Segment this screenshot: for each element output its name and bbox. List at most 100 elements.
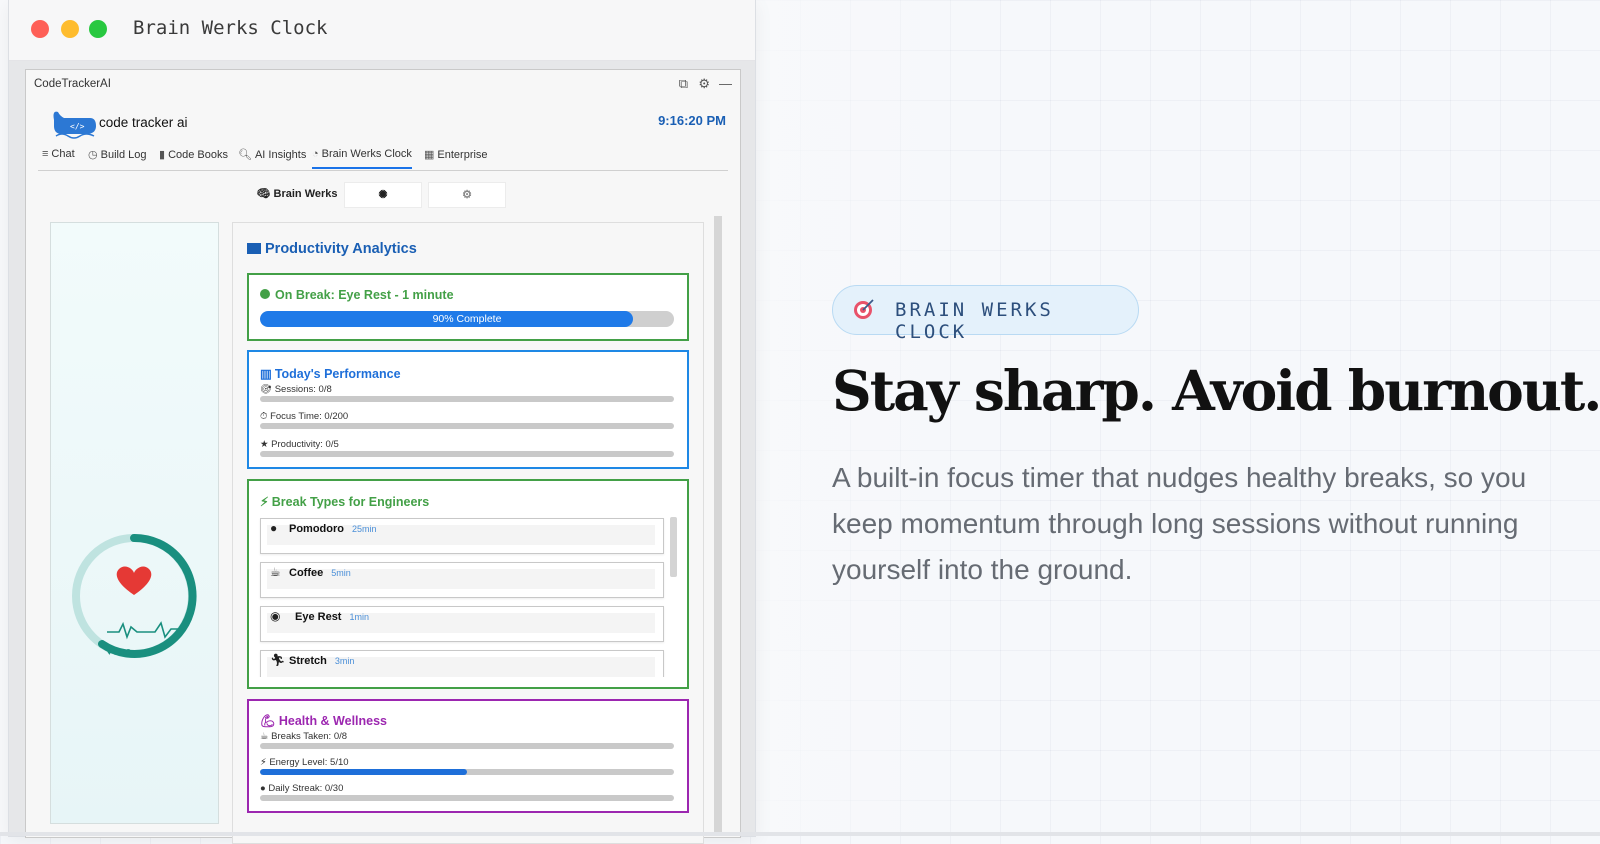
stat-daily-streak: ● Daily Streak: 0/30 bbox=[260, 783, 343, 794]
break-types-title-text: Break Types for Engineers bbox=[271, 495, 430, 509]
subtab-settings[interactable]: ⚙ bbox=[428, 182, 506, 208]
eye-icon: ◉ bbox=[270, 609, 281, 623]
sessions-bar bbox=[260, 396, 674, 402]
stat-label: Sessions: 0/8 bbox=[274, 384, 332, 395]
tab-label: Brain Werks Clock bbox=[321, 148, 412, 160]
performance-title-text: Today's Performance bbox=[274, 367, 401, 381]
popout-icon[interactable]: ⧉ bbox=[679, 76, 688, 92]
break-item-coffee[interactable]: ☕︎ Coffee 5min bbox=[260, 562, 664, 598]
status-dot-icon bbox=[260, 289, 270, 299]
health-card: 💪︎ Health & Wellness ☕︎ Breaks Taken: 0/8… bbox=[247, 699, 689, 813]
tab-label: Code Books bbox=[168, 149, 228, 161]
break-duration: 25min bbox=[352, 524, 377, 534]
bottom-divider bbox=[0, 832, 1600, 836]
tab-label: AI Insights bbox=[254, 149, 307, 161]
stat-label: Focus Time: 0/200 bbox=[270, 411, 349, 422]
break-status: On Break: Eye Rest - 1 minute bbox=[260, 288, 454, 302]
stat-label: Energy Level: 5/10 bbox=[269, 757, 349, 768]
analytics-title: Productivity Analytics bbox=[247, 241, 417, 257]
menu-lines-icon: ≡ bbox=[42, 148, 49, 160]
stat-breaks-taken: ☕︎ Breaks Taken: 0/8 bbox=[260, 731, 347, 742]
settings-gear-icon: ⚙ bbox=[462, 189, 472, 201]
tomato-icon: ● bbox=[270, 521, 278, 535]
brain-icon: 🧠︎ bbox=[256, 188, 271, 200]
main-tabs: ≡ Chat ◷ Build Log ▮ Code Books 🔍︎ AI Insigh… bbox=[38, 146, 728, 171]
maximize-window-button[interactable] bbox=[89, 20, 107, 38]
mac-titlebar: Brain Werks Clock bbox=[9, 0, 755, 61]
break-types-title: ⚡︎ Break Types for Engineers bbox=[260, 494, 429, 509]
tab-code-books[interactable]: ▮ Code Books bbox=[159, 148, 228, 161]
break-status-card: On Break: Eye Rest - 1 minute 90% Comple… bbox=[247, 273, 689, 341]
break-status-label: On Break: Eye Rest - 1 minute bbox=[275, 288, 454, 302]
target-icon: 🎯︎ bbox=[260, 384, 273, 395]
tab-label: Build Log bbox=[100, 149, 147, 161]
app-panel: CodeTrackerAI ⧉ ⚙ — </> code tracker ai … bbox=[25, 69, 741, 844]
tab-build-log[interactable]: ◷ Build Log bbox=[88, 148, 146, 161]
break-item-eye-rest[interactable]: ◉ Eye Rest 1min bbox=[260, 606, 664, 642]
target-icon bbox=[854, 299, 874, 319]
tab-brain-werks-clock[interactable]: ◔ Brain Werks Clock bbox=[312, 148, 412, 169]
tab-label: Chat bbox=[51, 148, 75, 160]
svg-text:</>: </> bbox=[70, 122, 85, 131]
energy-level-fill bbox=[260, 769, 467, 775]
break-types-card: ⚡︎ Break Types for Engineers ● Pomodoro 25m… bbox=[247, 479, 689, 689]
hero-subtext: A built-in focus timer that nudges healt… bbox=[832, 462, 1527, 585]
stopwatch-icon: ⏱︎ bbox=[260, 411, 268, 422]
brain-clock-icon: ◔ bbox=[312, 148, 319, 160]
break-item-stretch[interactable]: 🏃︎ Stretch 3min bbox=[260, 650, 664, 677]
hero-headline: Stay sharp. Avoid burnout. bbox=[832, 358, 1600, 423]
clock-icon: ◷ bbox=[88, 149, 98, 161]
brand-name: code tracker ai bbox=[99, 115, 188, 130]
focus-time-bar bbox=[260, 423, 674, 429]
coffee-icon: ☕︎ bbox=[260, 731, 269, 742]
breaks-taken-bar bbox=[260, 743, 674, 749]
analytics-scrollbar[interactable] bbox=[714, 216, 722, 836]
lightning-icon: ⚡︎ bbox=[260, 495, 269, 509]
app-title: CodeTrackerAI bbox=[34, 78, 111, 90]
stat-sessions: 🎯︎ Sessions: 0/8 bbox=[260, 384, 332, 395]
muscle-icon: 💪︎ bbox=[260, 714, 276, 728]
close-window-button[interactable] bbox=[31, 20, 49, 38]
break-item-pomodoro[interactable]: ● Pomodoro 25min bbox=[260, 518, 664, 554]
stat-productivity: ★ Productivity: 0/5 bbox=[260, 439, 339, 450]
subtab-label: Brain Werks bbox=[273, 188, 338, 200]
heartbeat-icon bbox=[107, 621, 179, 640]
coffee-icon: ☕︎ bbox=[270, 565, 281, 579]
mac-window: Brain Werks Clock CodeTrackerAI ⧉ ⚙ — </… bbox=[8, 0, 756, 844]
focus-label: ♥ FOC bbox=[107, 648, 131, 657]
break-duration: 3min bbox=[334, 656, 355, 666]
break-item-label: Eye Rest 1min bbox=[295, 611, 369, 623]
break-list-scrollbar[interactable] bbox=[670, 517, 677, 577]
analytics-panel: Productivity Analytics On Break: Eye Res… bbox=[232, 222, 704, 844]
health-title-text: Health & Wellness bbox=[278, 714, 388, 728]
focus-icon: ✺ bbox=[378, 189, 388, 201]
break-item-label: Coffee 5min bbox=[289, 567, 351, 579]
window-title: Brain Werks Clock bbox=[133, 17, 328, 39]
window-body: CodeTrackerAI ⧉ ⚙ — </> code tracker ai … bbox=[9, 61, 755, 844]
tab-enterprise[interactable]: ▦ Enterprise bbox=[424, 148, 488, 161]
break-progress-label: 90% Complete bbox=[432, 313, 502, 325]
star-icon: ★ bbox=[260, 439, 269, 450]
break-duration: 5min bbox=[331, 568, 351, 578]
health-title: 💪︎ Health & Wellness bbox=[260, 714, 387, 729]
tab-ai-insights[interactable]: 🔍︎ AI Insights bbox=[238, 148, 306, 161]
subtab-brain-werks[interactable]: 🧠︎ Brain Werks bbox=[254, 182, 340, 206]
feature-badge: BRAIN WERKS CLOCK bbox=[832, 285, 1139, 343]
focus-sidebar: ♥ FOC bbox=[50, 222, 219, 824]
tab-chat[interactable]: ≡ Chat bbox=[42, 148, 75, 160]
energy-level-bar bbox=[260, 769, 674, 775]
break-item-label: Stretch 3min bbox=[289, 655, 355, 667]
subtab-focus[interactable]: ✺ bbox=[344, 182, 422, 208]
stretch-icon: 🏃︎ bbox=[270, 653, 286, 667]
flame-icon: ● bbox=[260, 783, 266, 794]
break-list: ● Pomodoro 25min ☕︎ Coffee 5min ◉ Eye Rest 1mi… bbox=[249, 515, 687, 677]
stat-label: Productivity: 0/5 bbox=[271, 439, 339, 450]
building-icon: ▦ bbox=[424, 149, 435, 161]
stat-label: Daily Streak: 0/30 bbox=[268, 783, 344, 794]
minimize-window-button[interactable] bbox=[61, 20, 79, 38]
heart-icon bbox=[116, 566, 152, 595]
break-item-label: Pomodoro 25min bbox=[289, 523, 377, 535]
lightning-icon: ⚡︎ bbox=[260, 757, 267, 768]
minimize-icon[interactable]: — bbox=[719, 76, 732, 91]
gear-icon[interactable]: ⚙ bbox=[698, 76, 710, 92]
